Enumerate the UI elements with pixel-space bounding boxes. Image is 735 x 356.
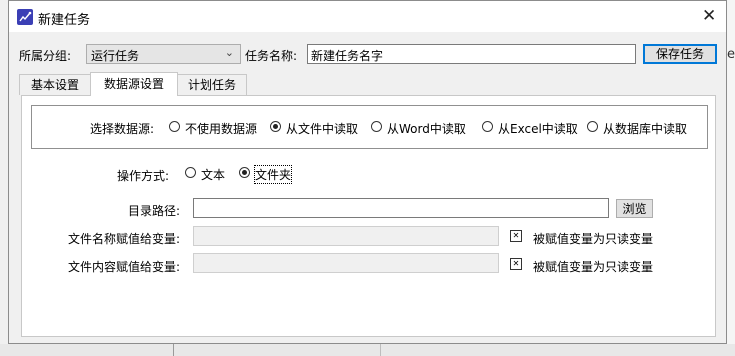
tab-datasource-settings[interactable]: 数据源设置 (90, 72, 178, 96)
new-task-dialog: 新建任务 ✕ 所属分组: 运行任务 ⌄ 任务名称: 新建任务名字 保存任务 基本… (8, 0, 727, 344)
radio-folder-label[interactable]: 文件夹 (253, 165, 293, 184)
close-icon[interactable]: ✕ (702, 6, 716, 26)
window-title: 新建任务 (38, 13, 91, 28)
filename-variable-label: 文件名称赋值给变量: (68, 232, 181, 246)
radio-no-datasource-label[interactable]: 不使用数据源 (185, 120, 257, 137)
radio-from-excel-label[interactable]: 从Excel中读取 (498, 120, 578, 137)
radio-from-database-label[interactable]: 从数据库中读取 (603, 120, 687, 137)
tab-basic-settings[interactable]: 基本设置 (19, 74, 91, 95)
app-icon (17, 9, 33, 25)
radio-folder[interactable] (239, 167, 250, 178)
content-variable-input (193, 253, 499, 273)
radio-from-file[interactable] (270, 121, 281, 132)
tab-scheduled-tasks[interactable]: 计划任务 (177, 74, 247, 95)
radio-from-word[interactable] (371, 121, 382, 132)
browse-button[interactable]: 浏览 (616, 199, 653, 218)
filename-variable-input (193, 226, 499, 246)
directory-path-input[interactable] (193, 198, 609, 218)
checkbox-icon[interactable]: ✕ (510, 258, 522, 270)
radio-text[interactable] (185, 167, 196, 178)
datasource-panel: 选择数据源: 不使用数据源 从文件中读取 从Word中读取 从Excel中读取 … (21, 95, 716, 337)
filename-readonly-label[interactable]: 被赋值变量为只读变量 (533, 230, 653, 247)
group-select-value: 运行任务 (91, 49, 140, 63)
group-label: 所属分组: (19, 49, 72, 63)
radio-from-file-label[interactable]: 从文件中读取 (286, 120, 358, 137)
background-window-edge: e (727, 0, 735, 356)
background-chevron: e (727, 47, 735, 62)
title-bar: 新建任务 ✕ (9, 1, 726, 32)
chevron-down-icon[interactable]: ⌄ (225, 46, 234, 59)
task-name-value: 新建任务名字 (311, 49, 384, 63)
save-task-button[interactable]: 保存任务 (643, 44, 717, 64)
radio-no-datasource[interactable] (169, 121, 180, 132)
content-variable-label: 文件内容赋值给变量: (68, 260, 181, 274)
task-name-input[interactable]: 新建任务名字 (307, 44, 636, 64)
datasource-label: 选择数据源: (90, 122, 155, 136)
datasource-group: 选择数据源: 不使用数据源 从文件中读取 从Word中读取 从Excel中读取 … (31, 105, 708, 149)
radio-from-database[interactable] (587, 121, 598, 132)
group-select[interactable]: 运行任务 ⌄ (86, 44, 241, 64)
radio-from-word-label[interactable]: 从Word中读取 (387, 120, 466, 137)
checkbox-icon[interactable]: ✕ (510, 230, 522, 242)
background-divider (173, 344, 174, 356)
content-readonly-label[interactable]: 被赋值变量为只读变量 (533, 258, 653, 275)
directory-path-label: 目录路径: (128, 204, 181, 218)
background-divider (380, 344, 381, 356)
operation-label: 操作方式: (117, 169, 170, 183)
background-window-strip (0, 344, 735, 356)
radio-from-excel[interactable] (482, 121, 493, 132)
radio-text-label[interactable]: 文本 (201, 166, 225, 183)
task-name-label: 任务名称: (245, 49, 298, 63)
